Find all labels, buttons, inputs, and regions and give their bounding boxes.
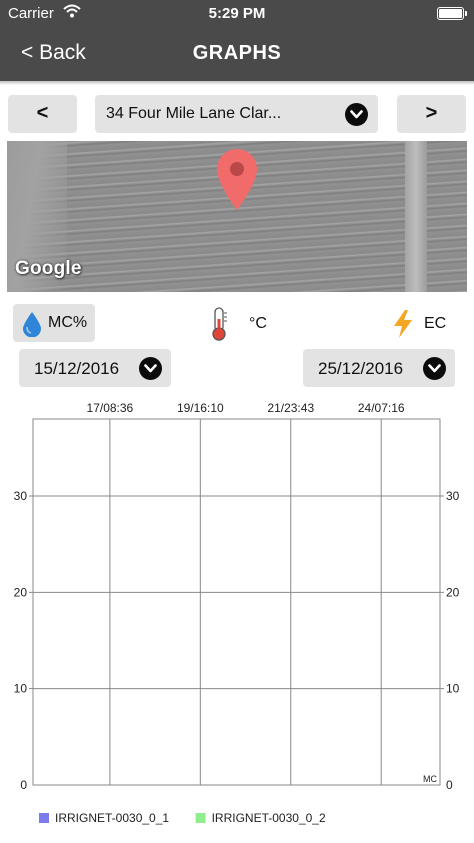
x-tick-label: 17/08:36 [87, 401, 134, 415]
chevron-down-icon [345, 103, 368, 126]
moisture-toggle[interactable]: MC% [13, 304, 95, 342]
temperature-toggle[interactable]: °C [210, 305, 280, 341]
map-road [405, 141, 427, 292]
y-tick-label-right: 10 [446, 682, 460, 696]
chevron-down-icon [139, 357, 162, 380]
legend-swatch [195, 813, 206, 823]
status-bar: Carrier 5:29 PM [0, 0, 474, 28]
legend-label: IRRIGNET-0030_0_1 [55, 811, 169, 825]
clock: 5:29 PM [208, 5, 266, 22]
thermometer-icon [210, 307, 230, 346]
lightning-bolt-icon [391, 309, 415, 344]
map-view[interactable]: Google [7, 141, 467, 292]
map-pin-icon[interactable] [214, 146, 260, 217]
chevron-down-icon [423, 357, 446, 380]
x-tick-label: 19/16:10 [177, 401, 224, 415]
y-axis-unit-label: MC [423, 774, 437, 784]
nav-bar: < Back GRAPHS [0, 28, 474, 81]
y-tick-label-left: 10 [14, 682, 28, 696]
y-tick-label-left: 0 [20, 778, 27, 792]
google-attribution: Google [15, 258, 82, 279]
y-tick-label-right: 0 [446, 778, 453, 792]
page-title: GRAPHS [192, 42, 282, 64]
address-value: 34 Four Mile Lane Clar... [106, 105, 282, 122]
y-tick-label-left: 20 [14, 585, 28, 599]
x-tick-label: 21/23:43 [267, 401, 314, 415]
y-tick-label-right: 30 [446, 489, 460, 503]
ec-toggle[interactable]: EC [388, 305, 458, 341]
next-location-button[interactable]: > [397, 95, 466, 133]
nav-shadow [0, 81, 474, 85]
previous-location-button[interactable]: < [8, 95, 77, 133]
address-dropdown[interactable]: 34 Four Mile Lane Clar... [95, 95, 378, 133]
y-tick-label-right: 20 [446, 585, 460, 599]
end-date-picker[interactable]: 25/12/2016 [303, 349, 455, 387]
start-date-picker[interactable]: 15/12/2016 [19, 349, 171, 387]
end-date-value: 25/12/2016 [318, 359, 404, 378]
moisture-label: MC% [48, 314, 88, 331]
legend-label: IRRIGNET-0030_0_2 [212, 811, 326, 825]
ec-label: EC [424, 315, 447, 332]
x-tick-label: 24/07:16 [358, 401, 405, 415]
legend-swatch [39, 813, 49, 823]
start-date-value: 15/12/2016 [34, 359, 120, 378]
plot-area [32, 418, 441, 786]
battery-icon [437, 7, 467, 20]
temperature-label: °C [249, 315, 267, 332]
water-drop-icon [21, 311, 43, 342]
moisture-chart[interactable]: 17/08:36 19/16:10 21/23:43 24/07:16 0 0 10 10 20… [0, 395, 474, 840]
y-tick-label-left: 30 [14, 489, 28, 503]
